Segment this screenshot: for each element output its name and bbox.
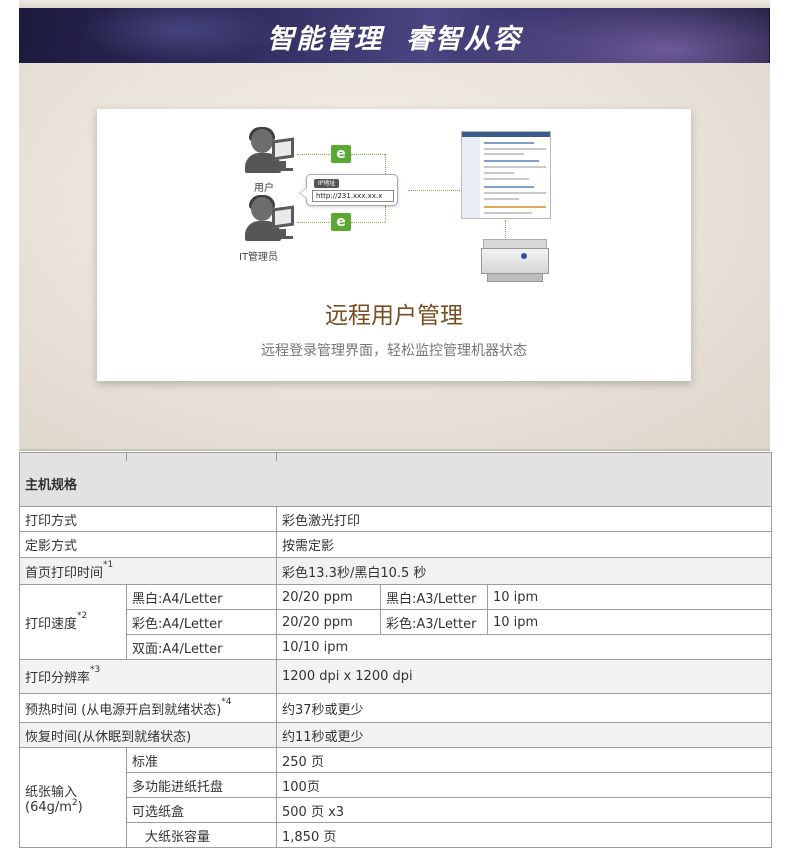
table-row: 彩色:A4/Letter 20/20 ppm 彩色:A3/Letter 10 i…: [20, 609, 773, 635]
table-row: 恢复时间(从休眠到就绪状态) 约11秒或更少: [19, 722, 773, 748]
sub-label: 彩色:A4/Letter: [126, 609, 277, 635]
sub-label: 标准: [126, 747, 277, 773]
user-label: 用户: [254, 183, 274, 194]
row-label: 恢复时间(从休眠到就绪状态): [19, 722, 277, 748]
sub-value: 250 页: [275, 747, 773, 773]
sub-label: 大纸张容量: [126, 822, 277, 848]
sub-label: 可选纸盒: [126, 797, 277, 823]
feature-card: 用户 IT管理员 e e IP地址 http://231.xxx.xx.x 远程…: [97, 109, 691, 381]
sub-value: 20/20 ppm: [276, 609, 381, 635]
row-label: 首页打印时间*1: [19, 557, 277, 585]
row-label: 纸张输入 (64g/m2): [19, 747, 127, 848]
table-row: 打印方式 彩色激光打印: [19, 506, 773, 532]
sub-value: 20/20 ppm: [276, 584, 381, 610]
sub-value: 1,850 页: [275, 822, 773, 848]
connector-line: [297, 222, 329, 223]
connector-line: [385, 154, 386, 174]
sub-value: 10 ipm: [486, 609, 773, 635]
ip-address-bubble: IP地址 http://231.xxx.xx.x: [299, 174, 398, 206]
feature-subtitle: 远程登录管理界面，轻松监控管理机器状态: [261, 343, 527, 359]
table-row: 首页打印时间*1 彩色13.3秒/黑白10.5 秒: [19, 557, 773, 585]
row-value: 按需定影: [275, 531, 773, 558]
sub-label: 黑白:A4/Letter: [126, 584, 277, 610]
bubble-pointer: [299, 187, 307, 199]
ip-tag: IP地址: [314, 179, 340, 188]
user-icon: [245, 127, 301, 181]
connector-line: [505, 220, 506, 238]
sub-label: 双面:A4/Letter: [126, 634, 277, 660]
connector-line: [385, 206, 386, 222]
sub-value: 10 ipm: [486, 584, 773, 610]
sub-value: 500 页 x3: [275, 797, 773, 823]
row-value: 彩色激光打印: [275, 506, 773, 532]
row-label: 打印速度*2: [19, 584, 127, 660]
table-row: 多功能进纸托盘 100页: [20, 772, 773, 798]
table-row: 预热时间 (从电源开启到就绪状态)*4 约37秒或更少: [19, 693, 773, 723]
row-label: 打印分辨率*3: [19, 659, 277, 694]
connector-line: [297, 154, 329, 155]
table-row: 纸张输入 (64g/m2) 标准 250 页: [19, 747, 773, 848]
table-row: 定影方式 按需定影: [19, 531, 773, 558]
connector-line: [408, 190, 460, 191]
browser-e-icon: e: [331, 145, 351, 163]
sub-value: 10/10 ipm: [275, 634, 773, 660]
table-header-spacer: [19, 452, 773, 461]
row-value: 1200 dpi x 1200 dpi: [275, 659, 773, 694]
row-label: 预热时间 (从电源开启到就绪状态)*4: [19, 693, 277, 723]
ip-url: http://231.xxx.xx.x: [312, 190, 394, 202]
it-admin-icon: [245, 195, 301, 249]
table-row: 打印分辨率*3 1200 dpi x 1200 dpi: [19, 659, 773, 694]
connector-line: [351, 222, 385, 223]
sub-label: 彩色:A3/Letter: [380, 609, 488, 635]
row-label: 定影方式: [19, 531, 277, 558]
row-value: 约11秒或更少: [275, 722, 773, 748]
table-row: 打印速度*2 黑白:A4/Letter 20/20 ppm 黑白:A3/Lett…: [19, 584, 773, 660]
printer-icon: [481, 239, 549, 283]
banner-title: 智能管理 睿智从容: [267, 24, 522, 55]
row-label: 打印方式: [19, 506, 277, 532]
remote-ui-screenshot: [461, 131, 551, 219]
section-title: 主机规格: [18, 460, 773, 507]
spec-table: 主机规格 打印方式 彩色激光打印 定影方式 按需定影 首页打印时间*1 彩色13…: [18, 452, 773, 848]
sub-label: 多功能进纸托盘: [126, 772, 277, 798]
promo-banner: 智能管理 睿智从容: [19, 8, 770, 63]
sub-label: 黑白:A3/Letter: [380, 584, 488, 610]
sub-value: 100页: [275, 772, 773, 798]
feature-title: 远程用户管理: [325, 303, 463, 329]
table-row: 可选纸盒 500 页 x3: [20, 797, 773, 823]
table-row: 双面:A4/Letter 10/10 ipm: [20, 634, 773, 660]
connector-line: [351, 154, 385, 155]
feature-hero: 用户 IT管理员 e e IP地址 http://231.xxx.xx.x 远程…: [19, 63, 770, 450]
divider: [19, 449, 770, 451]
it-admin-label: IT管理员: [239, 252, 279, 263]
table-section-header: 主机规格: [18, 460, 773, 507]
table-row: 大纸张容量 1,850 页: [20, 822, 773, 848]
banner-top-strip: [19, 0, 770, 8]
browser-e-icon: e: [331, 213, 351, 231]
row-value: 彩色13.3秒/黑白10.5 秒: [275, 557, 773, 585]
row-value: 约37秒或更少: [275, 693, 773, 723]
